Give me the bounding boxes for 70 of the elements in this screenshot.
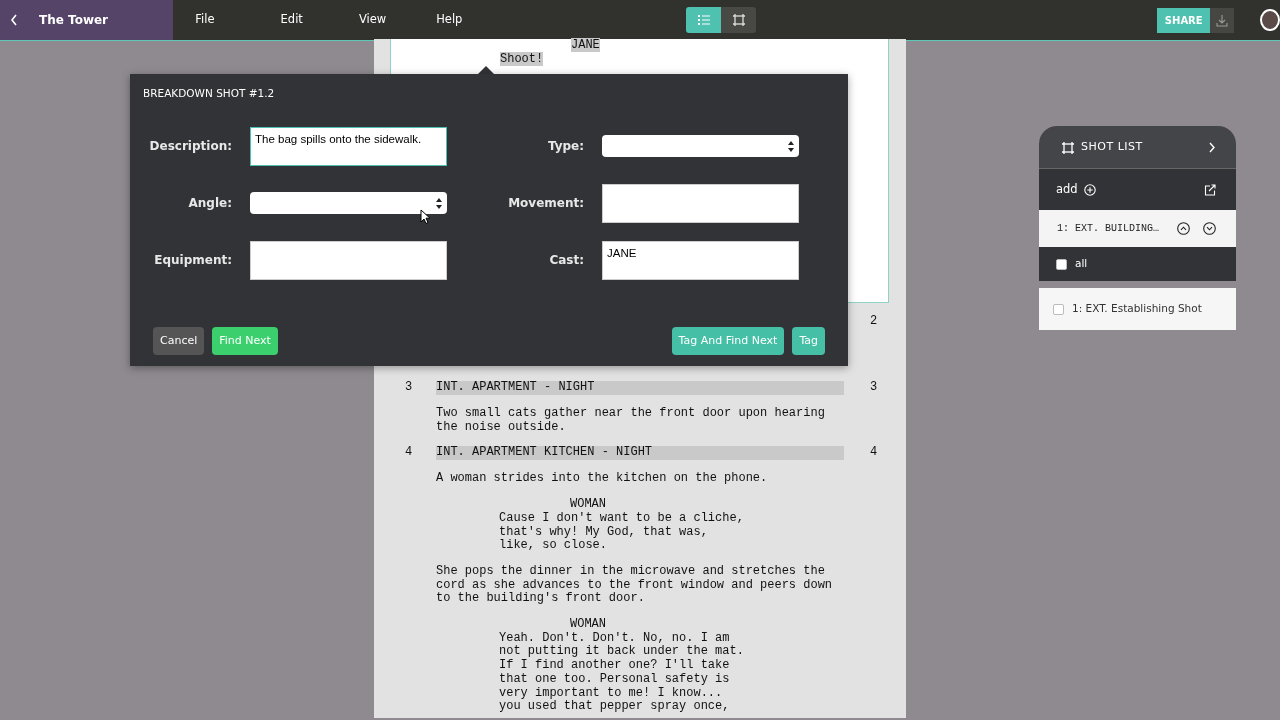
panel-title: SHOT LIST — [1081, 138, 1143, 155]
scene-heading: INT. APARTMENT - NIGHT — [436, 381, 844, 395]
menu-item[interactable]: Help — [436, 11, 463, 29]
scene-number: 3 — [870, 381, 878, 395]
frame-icon — [1061, 140, 1074, 154]
menu-item[interactable]: File — [195, 11, 215, 29]
view-toggle-button[interactable] — [686, 7, 722, 33]
field-label: Type: — [546, 138, 584, 156]
dialogue-line: you used that pepper spray once, — [499, 699, 730, 714]
download-icon — [1216, 13, 1229, 27]
shot-title: 1: EXT. Establishing Shot — [1072, 301, 1202, 317]
list-icon — [697, 14, 710, 26]
scene-number: 4 — [404, 446, 414, 461]
add-label[interactable]: add — [1056, 180, 1078, 199]
scene-number: 2 — [870, 315, 878, 329]
chevron-up-icon[interactable] — [1177, 222, 1190, 235]
action-line: She pops the dinner in the microwave and stretches the — [436, 563, 825, 578]
export-icon[interactable] — [1204, 183, 1216, 196]
action-line: cord as she advances to the front window and peers down — [436, 577, 833, 592]
scene-heading: INT. APARTMENT KITCHEN - NIGHT — [436, 446, 844, 461]
dialogue-line: Cause I don't want to be a cliche, — [499, 510, 744, 525]
scene-number: 3 — [404, 381, 414, 395]
action-line: to the building's front door. — [436, 591, 645, 606]
character-name: JANE — [571, 38, 600, 52]
action-line: Two small cats gather near the front door upon hearing — [436, 406, 825, 420]
character-name: WOMAN — [570, 497, 606, 512]
text-field[interactable]: JANE — [602, 240, 799, 280]
field-label: Description: — [148, 138, 232, 156]
checkbox-label: all — [1075, 256, 1088, 272]
plus-circle-icon[interactable] — [1083, 183, 1096, 196]
dialog-button[interactable]: Cancel — [153, 326, 205, 355]
text-field[interactable]: The bag spills onto the sidewalk. — [250, 126, 447, 166]
action-line: the noise outside. — [436, 419, 566, 434]
checkbox[interactable] — [1053, 303, 1064, 315]
scene-title: 1: EXT. BUILDING… — [1057, 222, 1160, 236]
text-field[interactable] — [250, 240, 447, 280]
field-label: Equipment: — [153, 252, 232, 270]
scene-number: 4 — [870, 446, 878, 461]
dialogue-line: that's why! My God, that was, — [499, 524, 708, 539]
character-name: WOMAN — [570, 617, 606, 632]
updown-icon — [788, 140, 794, 152]
chevron-left-icon[interactable] — [10, 14, 18, 26]
menu-item[interactable]: View — [358, 11, 387, 29]
field-label: Cast: — [548, 252, 584, 270]
dialogue-line: like, so close. — [499, 538, 608, 553]
download-button[interactable] — [1210, 7, 1235, 33]
dropdown[interactable] — [602, 135, 799, 158]
dialogue-line: very important to me! I know... — [499, 685, 723, 700]
frame-icon — [731, 13, 746, 27]
app-title: The Tower — [39, 12, 109, 29]
view-toggle-button[interactable] — [721, 7, 757, 33]
checkbox[interactable] — [1056, 258, 1067, 270]
chevron-right-icon[interactable] — [1209, 141, 1216, 153]
dialog-title: BREAKDOWN SHOT #1.2 — [143, 86, 276, 101]
field-label: Angle: — [187, 195, 232, 213]
mouse-pointer-icon — [420, 209, 430, 224]
dialogue-line: not putting it back under the mat. — [499, 644, 744, 659]
dropdown[interactable] — [250, 192, 447, 215]
shot-item[interactable]: 1: EXT. Establishing Shot — [1039, 288, 1236, 330]
dialogue-line: that one too. Personal safety is — [499, 671, 730, 686]
chevron-down-icon[interactable] — [1203, 222, 1216, 235]
scene-row[interactable]: 1: EXT. BUILDING… — [1039, 210, 1236, 247]
dialogue-line: If I find another one? I'll take — [499, 658, 730, 673]
updown-icon — [436, 197, 442, 209]
dialogue-line: Yeah. Don't. Don't. No, no. I am — [499, 630, 730, 645]
action-line: A woman strides into the kitchen on the phone. — [436, 471, 768, 486]
text-field[interactable] — [602, 183, 799, 223]
field-label: Movement: — [507, 195, 584, 213]
menu-item[interactable]: Edit — [280, 11, 303, 29]
avatar[interactable] — [1260, 9, 1280, 31]
